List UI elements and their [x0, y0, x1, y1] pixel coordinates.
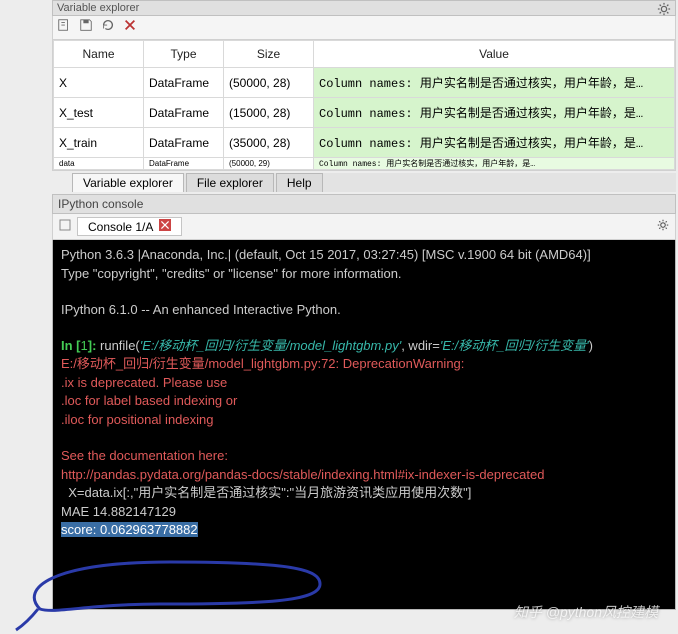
cell-type: DataFrame: [144, 128, 224, 158]
variable-table: Name Type Size Value X DataFrame (50000,…: [53, 40, 675, 170]
table-row[interactable]: X_train DataFrame (35000, 28) Column nam…: [54, 128, 675, 158]
warning-line: .ix is deprecated. Please use: [61, 375, 227, 390]
console-line: runfile(: [100, 338, 140, 353]
cell-size: (15000, 28): [224, 98, 314, 128]
cell-name: X_test: [54, 98, 144, 128]
warning-line: .loc for label based indexing or: [61, 393, 237, 408]
output-score-selected: score: 0.062963778882: [61, 522, 198, 537]
console-gear-icon[interactable]: [657, 219, 669, 234]
tab-variable-explorer[interactable]: Variable explorer: [72, 173, 184, 192]
col-value[interactable]: Value: [314, 41, 675, 68]
tab-menu-icon[interactable]: [59, 219, 71, 234]
explorer-tabstrip: Variable explorer File explorer Help: [72, 173, 676, 192]
console-title-text: IPython console: [58, 197, 143, 211]
variable-explorer-title: Variable explorer: [52, 0, 676, 16]
cell-name: data: [54, 158, 144, 170]
col-type[interactable]: Type: [144, 41, 224, 68]
console-tab[interactable]: Console 1/A: [77, 217, 182, 236]
prompt-num: 1: [81, 338, 88, 353]
tab-file-explorer[interactable]: File explorer: [186, 173, 274, 192]
hand-annotation: [10, 554, 340, 634]
path-arg: 'E:/移动杯_回归/衍生变量': [440, 338, 589, 353]
title-text: Variable explorer: [57, 2, 139, 14]
cell-type: DataFrame: [144, 98, 224, 128]
cell-name: X: [54, 68, 144, 98]
cell-value: Column names: 用户实名制是否通过核实，用户年龄，是…: [314, 128, 675, 158]
console-line: X=data.ix[:,"用户实名制是否通过核实":"当月旅游资讯类应用使用次数…: [61, 485, 471, 500]
cell-size: (50000, 28): [224, 68, 314, 98]
table-row[interactable]: X DataFrame (50000, 28) Column names: 用户…: [54, 68, 675, 98]
table-row[interactable]: X_test DataFrame (15000, 28) Column name…: [54, 98, 675, 128]
path-arg: 'E:/移动杯_回归/衍生变量/model_lightgbm.py': [140, 338, 401, 353]
console-line: Python 3.6.3 |Anaconda, Inc.| (default, …: [61, 247, 591, 262]
output-mae: MAE 14.882147129: [61, 504, 176, 519]
refresh-icon[interactable]: [101, 18, 115, 37]
variable-table-wrap: Name Type Size Value X DataFrame (50000,…: [52, 40, 676, 171]
console-line: ): [589, 338, 593, 353]
tab-help[interactable]: Help: [276, 173, 323, 192]
prompt-close: ]:: [88, 338, 100, 353]
warning-line: See the documentation here:: [61, 448, 228, 463]
cell-type: DataFrame: [144, 158, 224, 170]
warning-line: .iloc for positional indexing: [61, 412, 213, 427]
col-size[interactable]: Size: [224, 41, 314, 68]
cell-type: DataFrame: [144, 68, 224, 98]
cell-size: (35000, 28): [224, 128, 314, 158]
console-title: IPython console: [52, 194, 676, 214]
console-tabs: Console 1/A: [52, 214, 676, 240]
import-icon[interactable]: [57, 18, 71, 37]
tab-close-icon[interactable]: [159, 219, 171, 234]
delete-icon[interactable]: [123, 18, 137, 37]
cell-size: (50000, 29): [224, 158, 314, 170]
gear-icon[interactable]: [657, 2, 671, 19]
console-line: IPython 6.1.0 -- An enhanced Interactive…: [61, 302, 341, 317]
table-row[interactable]: data DataFrame (50000, 29) Column names:…: [54, 158, 675, 170]
prompt-in: In [: [61, 338, 81, 353]
variable-explorer-toolbar: [52, 16, 676, 40]
cell-name: X_train: [54, 128, 144, 158]
console-line: , wdir=: [401, 338, 440, 353]
console-tab-label: Console 1/A: [88, 220, 153, 234]
cell-value: Column names: 用户实名制是否通过核实，用户年龄，是…: [314, 98, 675, 128]
warning-line: http://pandas.pydata.org/pandas-docs/sta…: [61, 467, 544, 482]
warning-line: E:/移动杯_回归/衍生变量/model_lightgbm.py:72: Dep…: [61, 356, 464, 371]
cell-value: Column names: 用户实名制是否通过核实，用户年龄，是…: [314, 68, 675, 98]
console-line: Type "copyright", "credits" or "license"…: [61, 266, 402, 281]
watermark: 知乎 @python风控建模: [514, 602, 658, 622]
save-icon[interactable]: [79, 18, 93, 37]
col-name[interactable]: Name: [54, 41, 144, 68]
cell-value: Column names: 用户实名制是否通过核实，用户年龄，是…: [314, 158, 675, 170]
